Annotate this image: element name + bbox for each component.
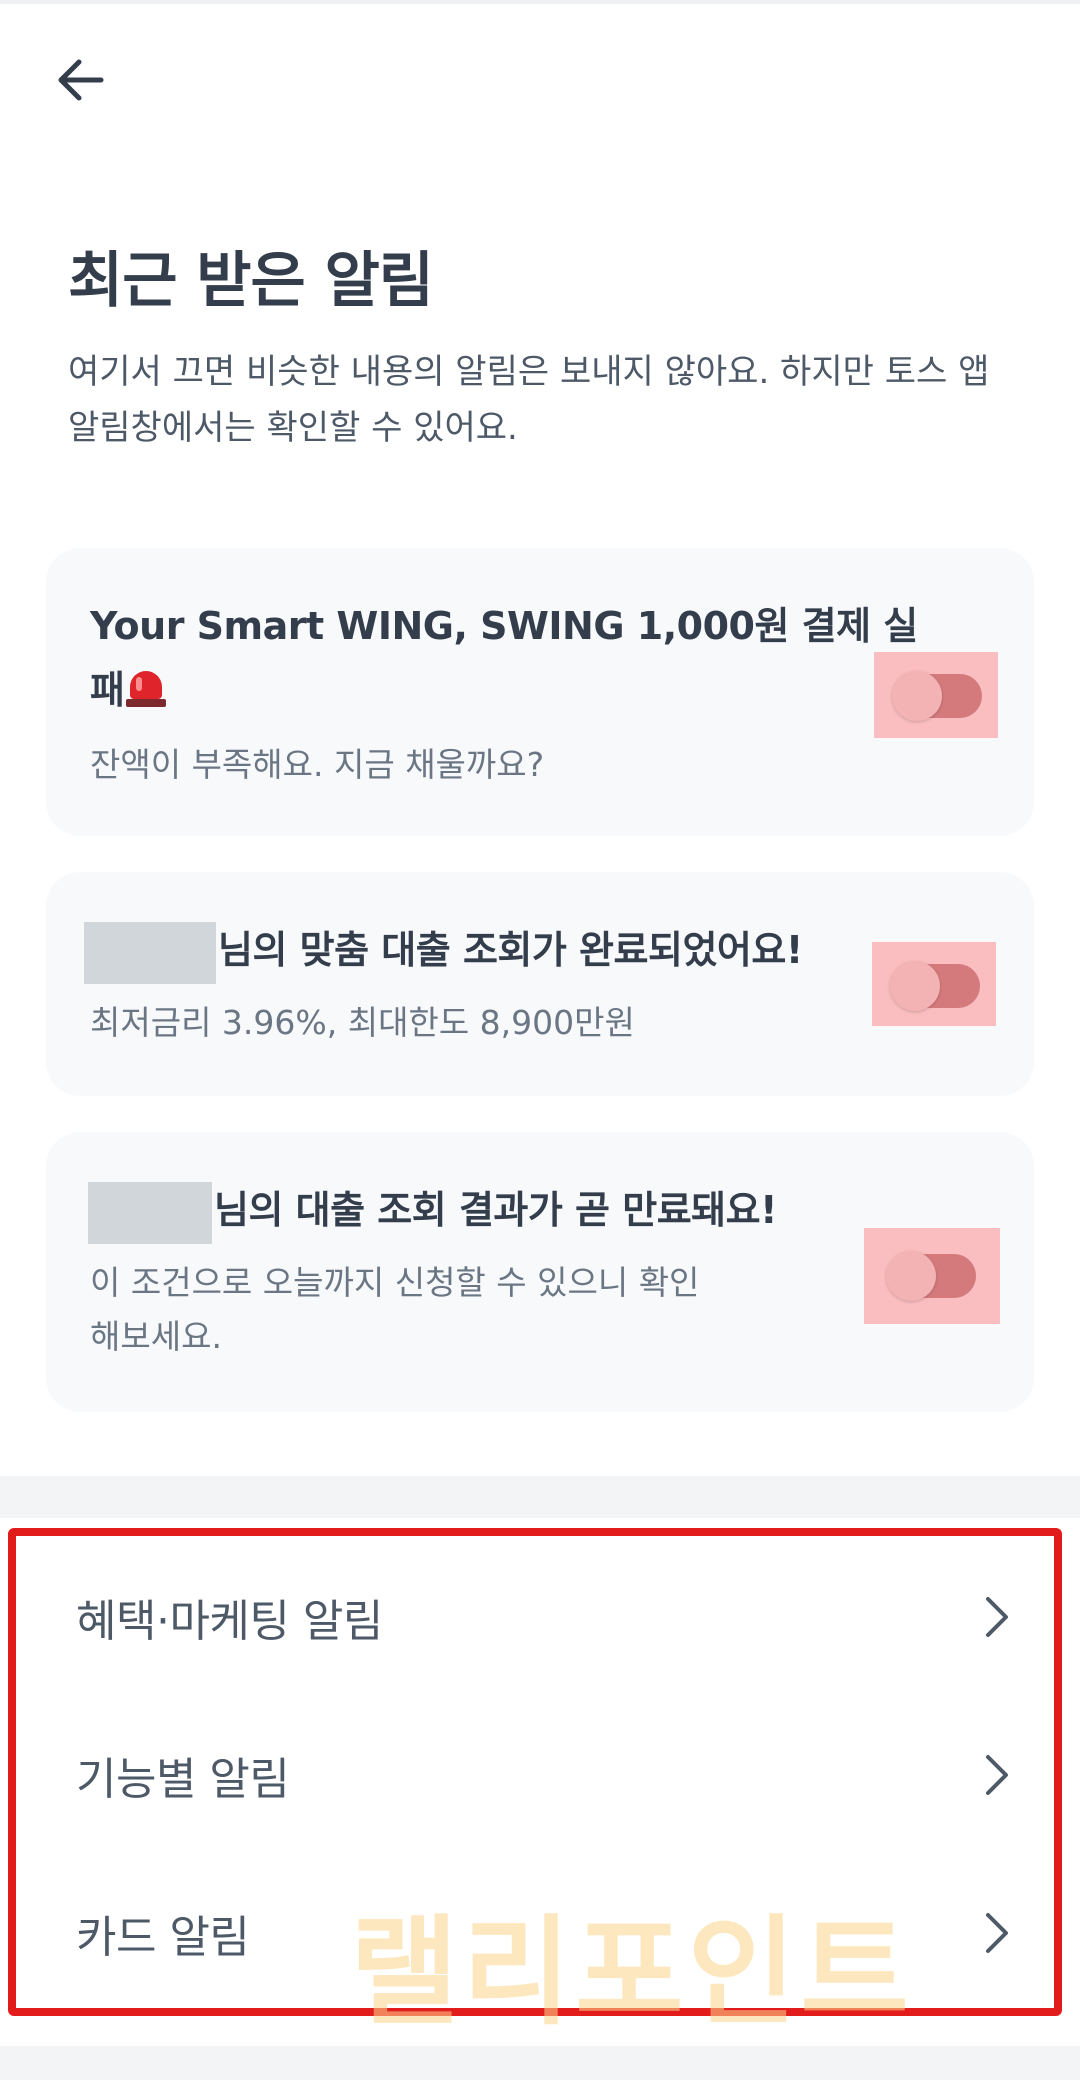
- section-divider: [0, 1476, 1080, 1518]
- notification-title-text: Your Smart WING, SWING 1,000원 결제 실패: [90, 604, 918, 712]
- notification-toggle[interactable]: [886, 1251, 976, 1301]
- notification-title: Your Smart WING, SWING 1,000원 결제 실패: [90, 594, 920, 722]
- notification-card: Your Smart WING, SWING 1,000원 결제 실패 잔액이 …: [46, 548, 1034, 836]
- notification-toggle[interactable]: [890, 961, 980, 1011]
- toggle-knob: [892, 671, 942, 721]
- bottom-divider: [0, 2046, 1080, 2080]
- top-divider: [0, 0, 1080, 4]
- chevron-right-icon: [986, 1913, 1008, 1953]
- notification-title: 님의 대출 조회 결과가 곧 만료돼요!: [88, 1178, 878, 1244]
- menu-item-card[interactable]: 카드 알림: [16, 1854, 1054, 2012]
- notification-title: 님의 맞춤 대출 조회가 완료되었어요!: [84, 918, 904, 984]
- chevron-right-icon: [986, 1597, 1008, 1637]
- arrow-left-icon: [58, 59, 104, 101]
- toggle-knob: [890, 961, 940, 1011]
- redacted-name: [84, 921, 216, 984]
- notification-subtitle: 최저금리 3.96%, 최대한도 8,900만원: [90, 1003, 635, 1042]
- toggle-knob: [886, 1251, 936, 1301]
- siren-icon: [126, 669, 167, 707]
- chevron-right-icon: [986, 1755, 1008, 1795]
- notification-settings-menu: 혜택·마케팅 알림 기능별 알림 카드 알림: [8, 1528, 1062, 2016]
- page-title: 최근 받은 알림: [68, 246, 434, 316]
- menu-item-label: 기능별 알림: [76, 1754, 290, 1805]
- redacted-name: [88, 1181, 212, 1244]
- notification-title-text: 님의 대출 조회 결과가 곧 만료돼요!: [214, 1188, 777, 1232]
- menu-item-label: 카드 알림: [76, 1912, 250, 1963]
- menu-item-benefit-marketing[interactable]: 혜택·마케팅 알림: [16, 1538, 1054, 1696]
- notification-card: 님의 대출 조회 결과가 곧 만료돼요! 이 조건으로 오늘까지 신청할 수 있…: [46, 1132, 1034, 1412]
- notification-card: 님의 맞춤 대출 조회가 완료되었어요! 최저금리 3.96%, 최대한도 8,…: [46, 872, 1034, 1096]
- notification-subtitle: 잔액이 부족해요. 지금 채울까요?: [90, 745, 545, 784]
- notification-toggle[interactable]: [892, 671, 982, 721]
- menu-item-feature[interactable]: 기능별 알림: [16, 1696, 1054, 1854]
- notification-title-text: 님의 맞춤 대출 조회가 완료되었어요!: [218, 928, 803, 972]
- notification-subtitle: 이 조건으로 오늘까지 신청할 수 있으니 확인해보세요.: [90, 1263, 700, 1356]
- menu-item-label: 혜택·마케팅 알림: [76, 1596, 383, 1647]
- back-button[interactable]: [48, 48, 112, 112]
- page-description: 여기서 끄면 비슷한 내용의 알림은 보내지 않아요. 하지만 토스 앱 알림창…: [68, 352, 990, 448]
